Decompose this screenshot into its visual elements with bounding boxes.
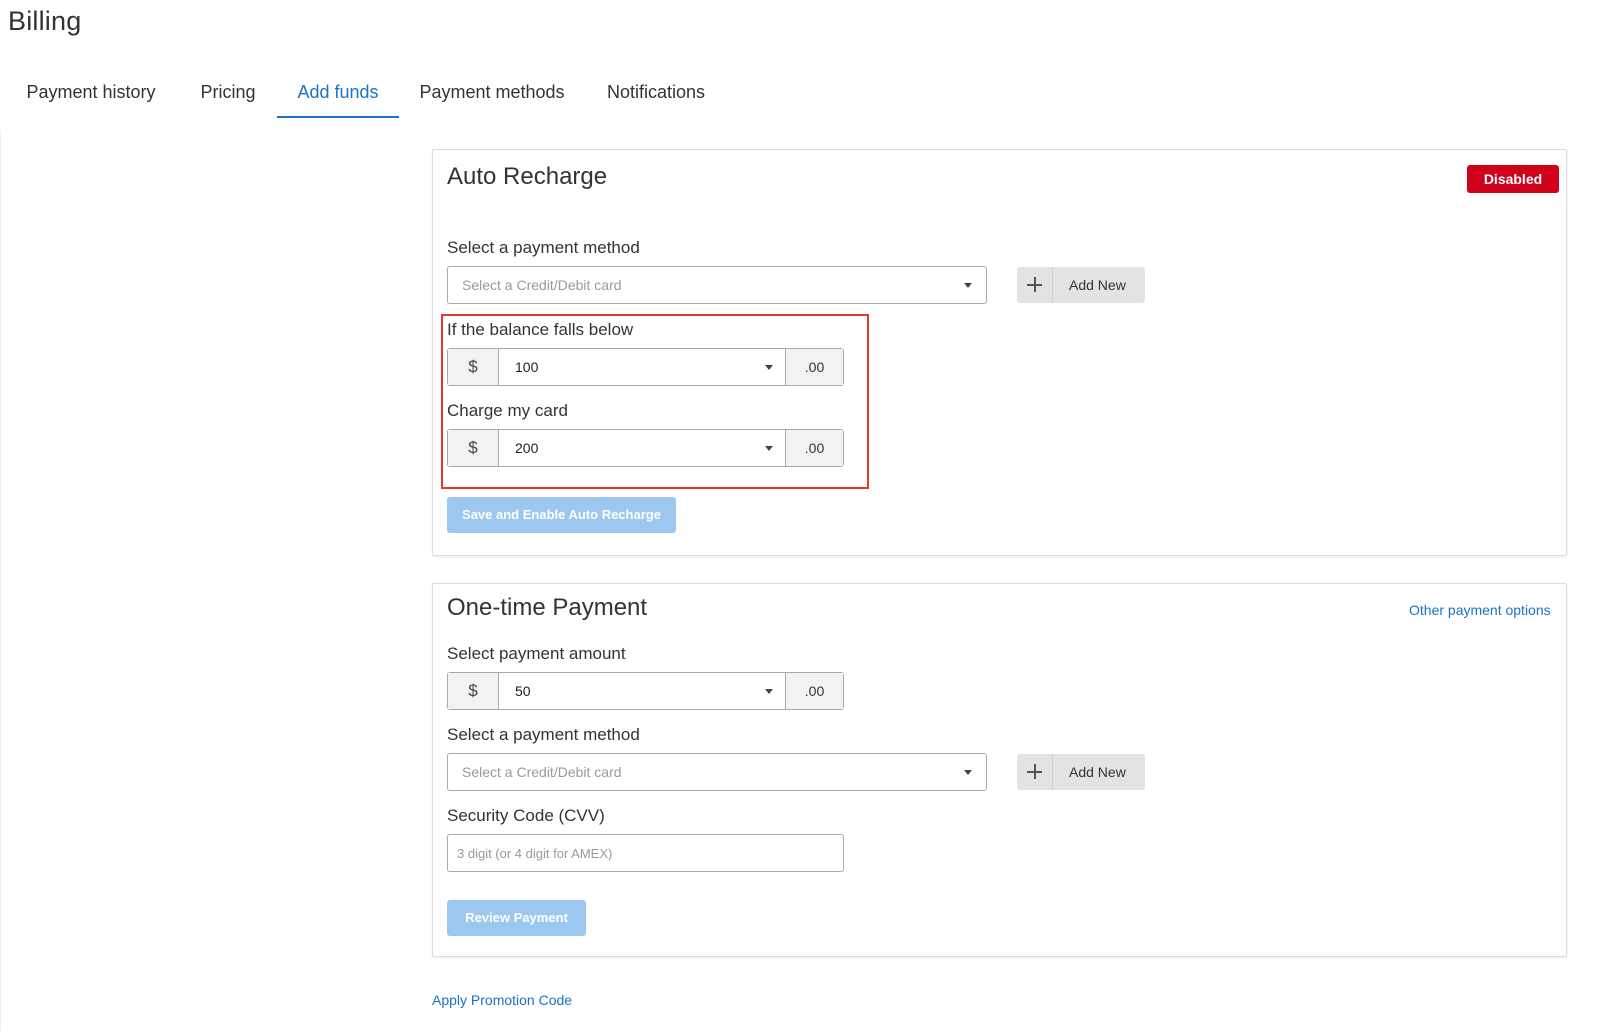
payment-amount-field: $ 50 .00 [447,672,844,710]
payment-amount-value[interactable]: 50 [515,683,531,699]
add-new-label: Add New [1069,277,1126,293]
payment-amount-label: Select payment amount [447,644,626,663]
chevron-down-icon [964,770,972,775]
payment-method-select[interactable]: Select a Credit/Debit card [447,753,987,791]
add-new-card-button[interactable]: Add New [1017,754,1145,790]
chevron-down-icon [964,283,972,288]
save-enable-auto-recharge-button[interactable]: Save and Enable Auto Recharge [447,497,676,533]
one-time-payment-panel: One-time Payment Other payment options S… [432,583,1567,957]
tab-notifications[interactable]: Notifications [603,72,709,118]
auto-recharge-title: Auto Recharge [447,163,608,190]
payment-amount-cents: .00 [785,673,843,709]
cvv-label: Security Code (CVV) [447,806,605,825]
cvv-field[interactable] [447,834,844,872]
tab-add-funds[interactable]: Add funds [277,72,399,118]
plus-icon [1017,754,1053,790]
tab-payment-methods[interactable]: Payment methods [419,72,565,118]
billing-tabs: Payment history Pricing Add funds Paymen… [0,72,800,118]
status-badge: Disabled [1467,165,1559,193]
payment-method-label: Select a payment method [447,725,640,744]
payment-method-label: Select a payment method [447,238,640,257]
page-left-edge [0,130,1,1031]
other-payment-options-link[interactable]: Other payment options [1409,602,1551,618]
cvv-input[interactable] [448,835,843,871]
payment-method-placeholder: Select a Credit/Debit card [462,764,622,780]
chevron-down-icon[interactable] [765,689,773,694]
apply-promotion-code-link[interactable]: Apply Promotion Code [432,992,572,1008]
review-payment-button[interactable]: Review Payment [447,900,586,936]
dollar-sign-icon: $ [448,673,499,709]
highlight-box [441,314,869,489]
payment-method-select[interactable]: Select a Credit/Debit card [447,266,987,304]
tab-payment-history[interactable]: Payment history [26,72,156,118]
add-new-label: Add New [1069,764,1126,780]
plus-icon [1017,267,1053,303]
one-time-payment-title: One-time Payment [447,594,648,621]
add-new-card-button[interactable]: Add New [1017,267,1145,303]
payment-method-placeholder: Select a Credit/Debit card [462,277,622,293]
page-title: Billing [8,6,82,36]
tab-pricing[interactable]: Pricing [197,72,259,118]
